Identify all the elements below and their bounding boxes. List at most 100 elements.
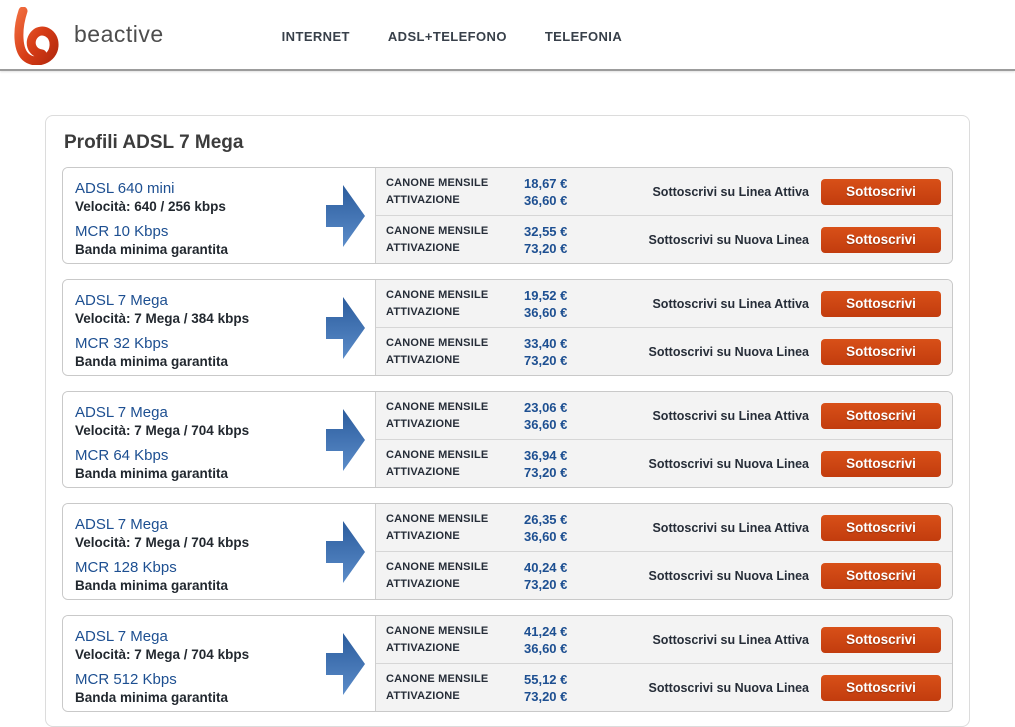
attivazione-label: ATTIVAZIONE [386,305,460,318]
offer-row: CANONE MENSILE 36,94 € ATTIVAZIONE 73,20… [376,439,952,487]
price-table: CANONE MENSILE 33,40 € ATTIVAZIONE 73,20… [386,335,586,369]
canone-value: 18,67 € [524,175,568,191]
price-table: CANONE MENSILE 26,35 € ATTIVAZIONE 36,60… [386,511,586,545]
canone-label: CANONE MENSILE [386,624,489,637]
canone-value: 33,40 € [524,335,568,351]
price-table: CANONE MENSILE 19,52 € ATTIVAZIONE 36,60… [386,287,586,321]
price-table: CANONE MENSILE 41,24 € ATTIVAZIONE 36,60… [386,623,586,657]
sottoscrivi-button[interactable]: Sottoscrivi [821,290,941,317]
sottoscrivi-button[interactable]: Sottoscrivi [821,514,941,541]
canone-label: CANONE MENSILE [386,224,489,237]
subscribe-type-label: Sottoscrivi su Linea Attiva [652,520,809,535]
product-info: ADSL 7 Mega Velocità: 7 Mega / 704 kbps … [63,504,376,599]
offer-row: CANONE MENSILE 33,40 € ATTIVAZIONE 73,20… [376,327,952,375]
nav-item-adsl-telefono[interactable]: ADSL+TELEFONO [388,29,507,44]
canone-label: CANONE MENSILE [386,560,489,573]
attivazione-label: ATTIVAZIONE [386,689,460,702]
sottoscrivi-button[interactable]: Sottoscrivi [821,562,941,589]
offer-row: CANONE MENSILE 40,24 € ATTIVAZIONE 73,20… [376,551,952,599]
canone-value: 32,55 € [524,223,568,239]
attivazione-label: ATTIVAZIONE [386,529,460,542]
subscribe-type-label: Sottoscrivi su Linea Attiva [652,632,809,647]
attivazione-label: ATTIVAZIONE [386,353,460,366]
nav-item-internet[interactable]: INTERNET [282,29,350,44]
subscribe-type-label: Sottoscrivi su Linea Attiva [652,184,809,199]
arrow-right-icon [326,296,365,359]
arrow-right-icon [326,520,365,583]
offer-row: CANONE MENSILE 19,52 € ATTIVAZIONE 36,60… [376,280,952,327]
offer-row: CANONE MENSILE 26,35 € ATTIVAZIONE 36,60… [376,504,952,551]
sottoscrivi-button[interactable]: Sottoscrivi [821,450,941,477]
attivazione-value: 73,20 € [524,688,568,704]
brand-wordmark: beactive [74,21,164,47]
canone-value: 23,06 € [524,399,568,415]
attivazione-label: ATTIVAZIONE [386,577,460,590]
product-card: ADSL 7 Mega Velocità: 7 Mega / 704 kbps … [62,615,953,712]
offer-row: CANONE MENSILE 55,12 € ATTIVAZIONE 73,20… [376,663,952,711]
canone-label: CANONE MENSILE [386,672,489,685]
offer-row: CANONE MENSILE 23,06 € ATTIVAZIONE 36,60… [376,392,952,439]
canone-label: CANONE MENSILE [386,512,489,525]
canone-value: 19,52 € [524,287,568,303]
canone-label: CANONE MENSILE [386,288,489,301]
attivazione-value: 36,60 € [524,528,568,544]
subscribe-type-label: Sottoscrivi su Linea Attiva [652,296,809,311]
price-table: CANONE MENSILE 55,12 € ATTIVAZIONE 73,20… [386,671,586,705]
arrow-right-icon [326,632,365,695]
offer-row: CANONE MENSILE 41,24 € ATTIVAZIONE 36,60… [376,616,952,663]
attivazione-value: 36,60 € [524,416,568,432]
product-info: ADSL 7 Mega Velocità: 7 Mega / 384 kbps … [63,280,376,375]
beactive-logo-icon [14,6,59,65]
profiles-panel: Profili ADSL 7 Mega ADSL 640 mini Veloci… [45,115,970,727]
arrow-right-icon [326,184,365,247]
arrow-right-icon [326,408,365,471]
sottoscrivi-button[interactable]: Sottoscrivi [821,226,941,253]
attivazione-label: ATTIVAZIONE [386,641,460,654]
attivazione-value: 36,60 € [524,640,568,656]
attivazione-label: ATTIVAZIONE [386,241,460,254]
attivazione-value: 73,20 € [524,464,568,480]
canone-label: CANONE MENSILE [386,176,489,189]
subscribe-type-label: Sottoscrivi su Nuova Linea [648,568,809,583]
sottoscrivi-button[interactable]: Sottoscrivi [821,402,941,429]
subscribe-type-label: Sottoscrivi su Nuova Linea [648,456,809,471]
header: beactive INTERNET ADSL+TELEFONO TELEFONI… [0,0,1015,71]
offer-row: CANONE MENSILE 32,55 € ATTIVAZIONE 73,20… [376,215,952,263]
sottoscrivi-button[interactable]: Sottoscrivi [821,674,941,701]
offers: CANONE MENSILE 41,24 € ATTIVAZIONE 36,60… [376,616,952,711]
canone-value: 55,12 € [524,671,568,687]
sottoscrivi-button[interactable]: Sottoscrivi [821,178,941,205]
product-card: ADSL 7 Mega Velocità: 7 Mega / 704 kbps … [62,503,953,600]
price-table: CANONE MENSILE 23,06 € ATTIVAZIONE 36,60… [386,399,586,433]
product-info: ADSL 640 mini Velocità: 640 / 256 kbps M… [63,168,376,263]
main-nav: INTERNET ADSL+TELEFONO TELEFONIA [282,29,622,44]
attivazione-value: 36,60 € [524,304,568,320]
price-table: CANONE MENSILE 40,24 € ATTIVAZIONE 73,20… [386,559,586,593]
attivazione-label: ATTIVAZIONE [386,417,460,430]
canone-label: CANONE MENSILE [386,336,489,349]
subscribe-type-label: Sottoscrivi su Nuova Linea [648,680,809,695]
subscribe-type-label: Sottoscrivi su Nuova Linea [648,344,809,359]
canone-value: 41,24 € [524,623,568,639]
canone-label: CANONE MENSILE [386,400,489,413]
subscribe-type-label: Sottoscrivi su Linea Attiva [652,408,809,423]
nav-item-telefonia[interactable]: TELEFONIA [545,29,622,44]
price-table: CANONE MENSILE 36,94 € ATTIVAZIONE 73,20… [386,447,586,481]
attivazione-value: 73,20 € [524,352,568,368]
product-info: ADSL 7 Mega Velocità: 7 Mega / 704 kbps … [63,392,376,487]
canone-label: CANONE MENSILE [386,448,489,461]
sottoscrivi-button[interactable]: Sottoscrivi [821,338,941,365]
offers: CANONE MENSILE 18,67 € ATTIVAZIONE 36,60… [376,168,952,263]
attivazione-label: ATTIVAZIONE [386,465,460,478]
attivazione-value: 73,20 € [524,240,568,256]
product-info: ADSL 7 Mega Velocità: 7 Mega / 704 kbps … [63,616,376,711]
canone-value: 26,35 € [524,511,568,527]
attivazione-label: ATTIVAZIONE [386,193,460,206]
page-title: Profili ADSL 7 Mega [64,132,244,153]
offers: CANONE MENSILE 26,35 € ATTIVAZIONE 36,60… [376,504,952,599]
offers: CANONE MENSILE 23,06 € ATTIVAZIONE 36,60… [376,392,952,487]
offer-row: CANONE MENSILE 18,67 € ATTIVAZIONE 36,60… [376,168,952,215]
canone-value: 36,94 € [524,447,568,463]
product-card: ADSL 640 mini Velocità: 640 / 256 kbps M… [62,167,953,264]
sottoscrivi-button[interactable]: Sottoscrivi [821,626,941,653]
